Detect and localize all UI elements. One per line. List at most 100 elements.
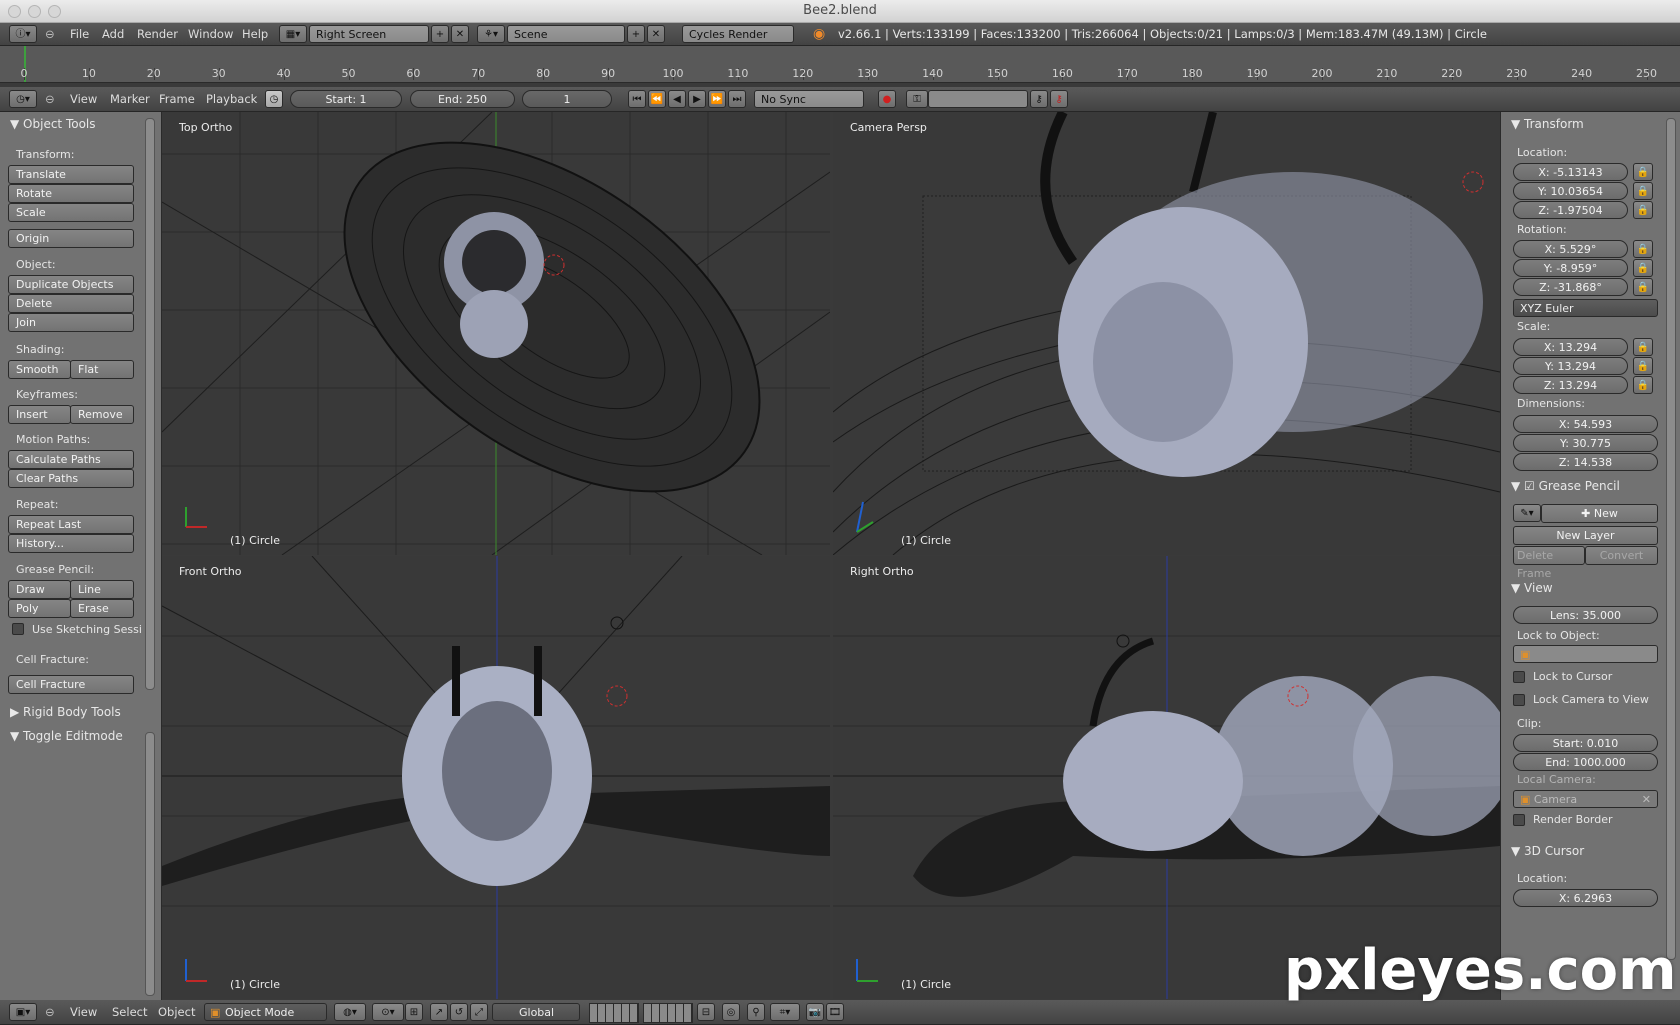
snap-element-icon[interactable]: ⌗▾ [770, 1003, 800, 1021]
menu-view[interactable]: View [70, 88, 97, 110]
properties-scrollbar[interactable] [1666, 118, 1676, 960]
flat-button[interactable]: Flat [70, 360, 134, 379]
scale-z-field[interactable]: Z: 13.294 [1513, 376, 1628, 394]
collapse-menu-icon-3[interactable]: ⊖ [45, 1001, 55, 1023]
gp-new-layer-button[interactable]: New Layer [1513, 526, 1658, 545]
end-frame-field[interactable]: End: 250 [410, 90, 515, 108]
collapse-menu-icon-2[interactable]: ⊖ [45, 88, 55, 110]
clip-end-field[interactable]: End: 1000.000 [1513, 753, 1658, 771]
origin-button[interactable]: Origin [8, 229, 134, 248]
use-sketching-checkbox[interactable] [12, 623, 24, 635]
gp-draw-button[interactable]: Draw [8, 580, 71, 599]
scene-selector[interactable]: Scene [507, 25, 625, 43]
dimension-z-field[interactable]: Z: 14.538 [1513, 453, 1658, 471]
lock-layers-icon[interactable]: ⊟ [697, 1003, 715, 1021]
menu-object[interactable]: Object [158, 1001, 195, 1023]
panel-grease-pencil-header[interactable]: ▼ ☑ Grease Pencil [1501, 476, 1651, 496]
location-x-field[interactable]: X: -5.13143 [1513, 163, 1628, 181]
gp-erase-button[interactable]: Erase [70, 599, 134, 618]
scene-icon[interactable]: ⚘▾ [477, 25, 505, 43]
proportional-edit-icon[interactable]: ◎ [722, 1003, 740, 1021]
panel-view-header[interactable]: ▼ View [1501, 578, 1651, 598]
lock-rotation-x-icon[interactable]: 🔒 [1633, 240, 1653, 258]
panel-transform-header[interactable]: ▼ Transform [1501, 114, 1651, 134]
lock-scale-x-icon[interactable]: 🔒 [1633, 338, 1653, 356]
preview-range-icon[interactable]: ◷ [265, 90, 283, 108]
current-frame-field[interactable]: 1 [522, 90, 612, 108]
smooth-button[interactable]: Smooth [8, 360, 71, 379]
gp-line-button[interactable]: Line [70, 580, 134, 599]
gp-poly-button[interactable]: Poly [8, 599, 71, 618]
add-screen-icon[interactable]: + [431, 25, 449, 43]
scale-button[interactable]: Scale [8, 203, 134, 222]
location-y-field[interactable]: Y: 10.03654 [1513, 182, 1628, 200]
lock-location-z-icon[interactable]: 🔒 [1633, 201, 1653, 219]
timeline-ruler[interactable]: 0 10 20 30 40 50 60 70 80 90 100 110 120 130 140 150 160… [0, 46, 1680, 83]
remove-screen-icon[interactable]: ✕ [451, 25, 469, 43]
lock-location-x-icon[interactable]: 🔒 [1633, 163, 1653, 181]
add-scene-icon[interactable]: + [627, 25, 645, 43]
scale-manipulator-icon[interactable]: ⤢ [470, 1003, 488, 1021]
close-window-icon[interactable] [8, 5, 21, 18]
layers-1-widget[interactable] [589, 1003, 639, 1023]
screen-layout-icon[interactable]: ▦▾ [279, 25, 307, 43]
rotate-manipulator-icon[interactable]: ↺ [450, 1003, 468, 1021]
jump-end-icon[interactable]: ⏭ [728, 90, 746, 108]
viewport-shading-icon[interactable]: ◍▾ [334, 1003, 366, 1021]
delete-keyframe-icon[interactable]: ⚷ [1050, 90, 1068, 108]
play-icon[interactable]: ▶ [688, 90, 706, 108]
jump-start-icon[interactable]: ⏮ [628, 90, 646, 108]
local-camera-field[interactable]: ▣ Camera ✕ [1513, 790, 1658, 808]
keying-set-icon[interactable]: ⚿ [906, 90, 928, 108]
zoom-window-icon[interactable] [48, 5, 61, 18]
menu-render[interactable]: Render [137, 23, 178, 45]
scale-y-field[interactable]: Y: 13.294 [1513, 357, 1628, 375]
snap-toggle-icon[interactable]: ⚲ [747, 1003, 765, 1021]
remove-scene-icon[interactable]: ✕ [647, 25, 665, 43]
menu-window[interactable]: Window [188, 23, 233, 45]
menu-file[interactable]: File [70, 23, 89, 45]
dimension-x-field[interactable]: X: 54.593 [1513, 415, 1658, 433]
menu-playback[interactable]: Playback [206, 88, 257, 110]
insert-keyframe-icon[interactable]: ⚷ [1030, 90, 1048, 108]
repeat-last-button[interactable]: Repeat Last [8, 515, 134, 534]
panel-3d-cursor-header[interactable]: ▼ 3D Cursor [1501, 841, 1651, 861]
render-border-checkbox[interactable] [1513, 814, 1525, 826]
collapse-menu-icon[interactable]: ⊖ [45, 23, 55, 45]
lock-rotation-z-icon[interactable]: 🔒 [1633, 278, 1653, 296]
rotation-mode-select[interactable]: XYZ Euler [1513, 299, 1658, 317]
lock-camera-checkbox[interactable] [1513, 694, 1525, 706]
clear-field-icon[interactable]: ✕ [1642, 791, 1651, 809]
menu-frame[interactable]: Frame [159, 88, 195, 110]
editor-type-timeline-icon[interactable]: ◷▾ [9, 90, 37, 108]
viewport-right-ortho[interactable]: Right Ortho (1) Circle [833, 556, 1500, 999]
rotation-x-field[interactable]: X: 5.529° [1513, 240, 1628, 258]
viewport-top-ortho[interactable]: Top Ortho (1) Circle [162, 112, 830, 555]
dimension-y-field[interactable]: Y: 30.775 [1513, 434, 1658, 452]
lock-to-cursor-checkbox[interactable] [1513, 671, 1525, 683]
pivot-point-icon[interactable]: ⊙▾ [372, 1003, 404, 1021]
lock-to-object-field[interactable]: ▣ [1513, 645, 1658, 663]
history-button[interactable]: History... [8, 534, 134, 553]
menu-view-3d[interactable]: View [70, 1001, 97, 1023]
gp-pencil-icon[interactable]: ✎▾ [1513, 504, 1541, 522]
lock-scale-y-icon[interactable]: 🔒 [1633, 357, 1653, 375]
editor-type-3dview-icon[interactable]: ▣▾ [9, 1003, 37, 1021]
editor-type-info-icon[interactable]: ⓘ▾ [9, 25, 37, 43]
render-opengl-icon[interactable]: 📷 [806, 1003, 824, 1021]
mode-select[interactable]: ▣ Object Mode [204, 1003, 327, 1021]
gp-delete-frame-button[interactable]: Delete Frame [1513, 546, 1585, 580]
calculate-paths-button[interactable]: Calculate Paths [8, 450, 134, 469]
lock-rotation-y-icon[interactable]: 🔒 [1633, 259, 1653, 277]
lock-location-y-icon[interactable]: 🔒 [1633, 182, 1653, 200]
gp-enabled-check-icon[interactable]: ☑ [1524, 479, 1539, 493]
prev-keyframe-icon[interactable]: ⏪ [648, 90, 666, 108]
translate-button[interactable]: Translate [8, 165, 134, 184]
cell-fracture-button[interactable]: Cell Fracture [8, 675, 134, 694]
lock-scale-z-icon[interactable]: 🔒 [1633, 376, 1653, 394]
scale-x-field[interactable]: X: 13.294 [1513, 338, 1628, 356]
sync-mode-select[interactable]: No Sync [754, 90, 864, 108]
menu-add[interactable]: Add [102, 23, 124, 45]
manipulator-toggle-icon[interactable]: ⊞ [405, 1003, 423, 1021]
layers-2-widget[interactable] [643, 1003, 693, 1023]
